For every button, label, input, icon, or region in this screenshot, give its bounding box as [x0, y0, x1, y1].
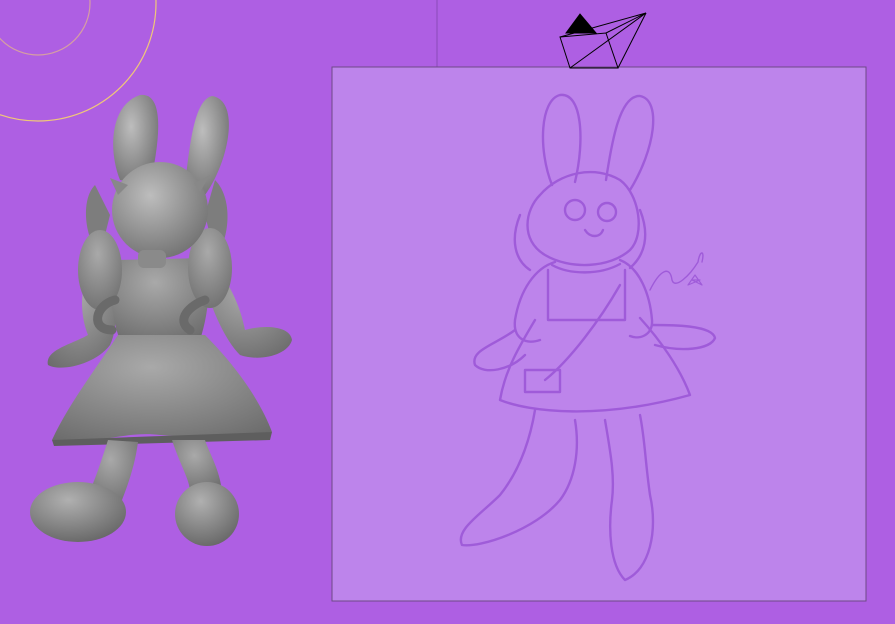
- viewport-canvas[interactable]: [0, 0, 895, 624]
- reference-image-plane[interactable]: [331, 66, 867, 602]
- camera-icon[interactable]: [559, 12, 647, 69]
- 3d-viewport[interactable]: [0, 0, 895, 624]
- character-model[interactable]: [30, 94, 292, 546]
